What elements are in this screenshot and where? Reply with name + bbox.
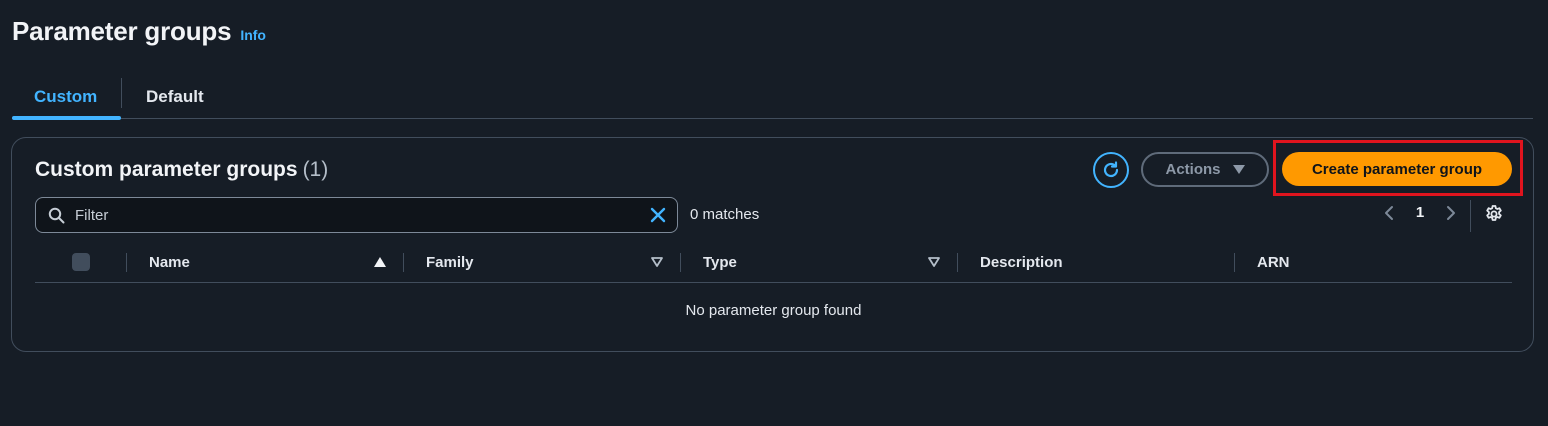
column-separator: [403, 253, 404, 272]
caret-down-icon: [1232, 165, 1245, 174]
page-title: Parameter groups: [12, 16, 232, 46]
actions-dropdown-button[interactable]: Actions: [1141, 152, 1269, 187]
table-header: Name Family Type Description ARN: [35, 246, 1512, 283]
select-all-checkbox[interactable]: [72, 253, 90, 271]
column-header-type[interactable]: Type: [703, 246, 737, 278]
sort-ascending-icon[interactable]: [374, 257, 386, 267]
pager-divider: [1470, 200, 1471, 232]
pagination: 1: [1378, 204, 1462, 221]
column-label-type: Type: [703, 253, 737, 271]
gear-icon: [1486, 205, 1502, 221]
tab-default[interactable]: Default: [122, 76, 204, 118]
tab-custom[interactable]: Custom: [12, 76, 121, 120]
sort-unsorted-icon[interactable]: [928, 257, 940, 267]
panel-title: Custom parameter groups (1): [35, 158, 328, 182]
table-settings-button[interactable]: [1484, 204, 1504, 224]
column-separator: [680, 253, 681, 272]
column-label-arn: ARN: [1257, 253, 1290, 271]
custom-parameter-groups-panel: Custom parameter groups (1) Actions Creat…: [11, 137, 1534, 352]
refresh-button[interactable]: [1093, 152, 1129, 188]
refresh-icon: [1103, 161, 1119, 178]
column-header-arn[interactable]: ARN: [1257, 246, 1290, 278]
filter-input[interactable]: [75, 206, 649, 224]
column-label-name: Name: [149, 253, 190, 271]
panel-title-text: Custom parameter groups: [35, 158, 298, 181]
column-label-family: Family: [426, 253, 474, 271]
current-page-button[interactable]: 1: [1400, 204, 1440, 221]
sort-unsorted-icon[interactable]: [651, 257, 663, 267]
column-separator: [126, 253, 127, 272]
tab-bar: Custom Default: [12, 76, 1533, 120]
search-icon: [48, 207, 65, 224]
previous-page-icon[interactable]: [1378, 205, 1400, 221]
column-header-description[interactable]: Description: [980, 246, 1063, 278]
create-parameter-group-button[interactable]: Create parameter group: [1282, 152, 1512, 186]
panel-count: (1): [302, 158, 329, 181]
actions-label: Actions: [1165, 161, 1221, 178]
column-separator: [1234, 253, 1235, 272]
filter-field[interactable]: [35, 197, 678, 233]
column-label-description: Description: [980, 253, 1063, 271]
info-link[interactable]: Info: [240, 27, 266, 43]
column-header-name[interactable]: Name: [149, 246, 190, 278]
column-separator: [957, 253, 958, 272]
empty-state-message: No parameter group found: [685, 302, 862, 319]
page-header: Parameter groups Info: [12, 16, 266, 47]
column-header-family[interactable]: Family: [426, 246, 474, 278]
match-count: 0 matches: [690, 206, 760, 223]
next-page-icon[interactable]: [1440, 205, 1462, 221]
clear-filter-icon[interactable]: [649, 206, 667, 224]
